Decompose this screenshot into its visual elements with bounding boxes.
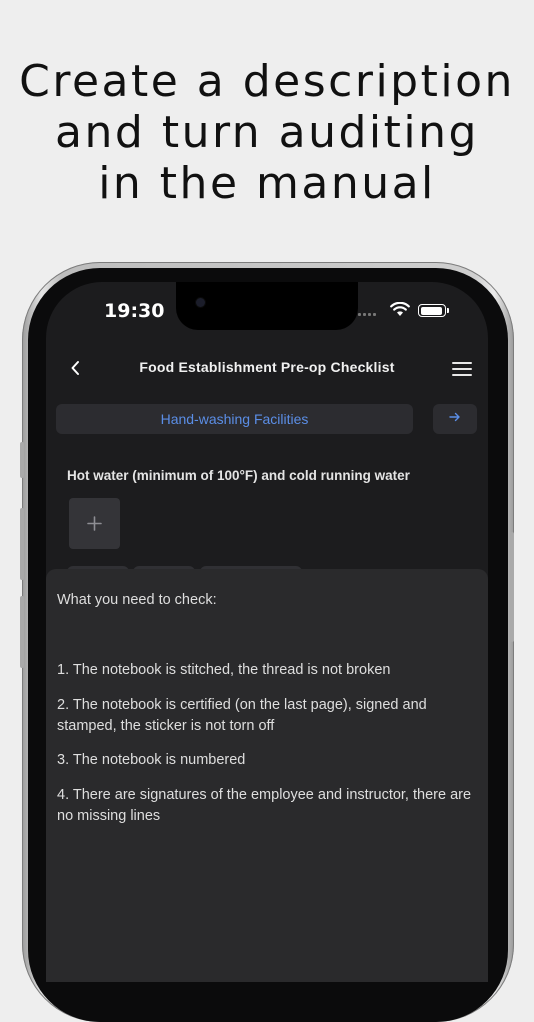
headline-line-2: and turn auditing — [55, 107, 479, 158]
question-text: Hot water (minimum of 100°F) and cold ru… — [67, 468, 410, 483]
instruction-sheet: What you need to check: 1. The notebook … — [46, 569, 488, 982]
check-item: 4. There are signatures of the employee … — [57, 787, 472, 824]
check-item: 1. The notebook is stitched, the thread … — [57, 662, 391, 678]
chevron-left-icon — [71, 361, 79, 375]
arrow-right-icon — [449, 412, 460, 422]
app-screen: 19:30 Food Establishment Pre-op Checklis… — [46, 282, 488, 982]
phone-volume-down-button — [20, 596, 24, 668]
cellular-signal-icon — [358, 313, 376, 316]
next-section-button[interactable] — [433, 404, 477, 434]
check-item: 3. The notebook is numbered — [57, 752, 246, 768]
headline-line-1: Create a description — [19, 56, 515, 107]
hamburger-icon-bar — [452, 362, 472, 364]
status-time: 19:30 — [104, 300, 165, 322]
menu-button[interactable] — [452, 362, 472, 378]
sheet-heading: What you need to check: — [57, 592, 217, 608]
check-item: 2. The notebook is certified (on the las… — [57, 697, 427, 734]
battery-icon — [418, 304, 446, 317]
phone-silent-switch — [20, 442, 24, 478]
headline-line-3: in the manual — [98, 158, 436, 209]
hamburger-icon-bar — [452, 374, 472, 376]
marketing-headline: Create a description and turn auditing i… — [0, 56, 534, 209]
plus-icon — [87, 516, 102, 531]
hamburger-icon-bar — [452, 368, 472, 370]
add-photo-button[interactable] — [69, 498, 120, 549]
phone-volume-up-button — [20, 508, 24, 580]
battery-nub — [447, 308, 449, 313]
page-title: Food Establishment Pre-op Checklist — [139, 359, 395, 375]
wifi-icon — [390, 301, 410, 321]
phone-power-button — [510, 532, 514, 642]
back-button[interactable] — [66, 358, 86, 378]
section-selector[interactable]: Hand-washing Facilities — [56, 404, 413, 434]
camera-icon — [196, 298, 205, 307]
